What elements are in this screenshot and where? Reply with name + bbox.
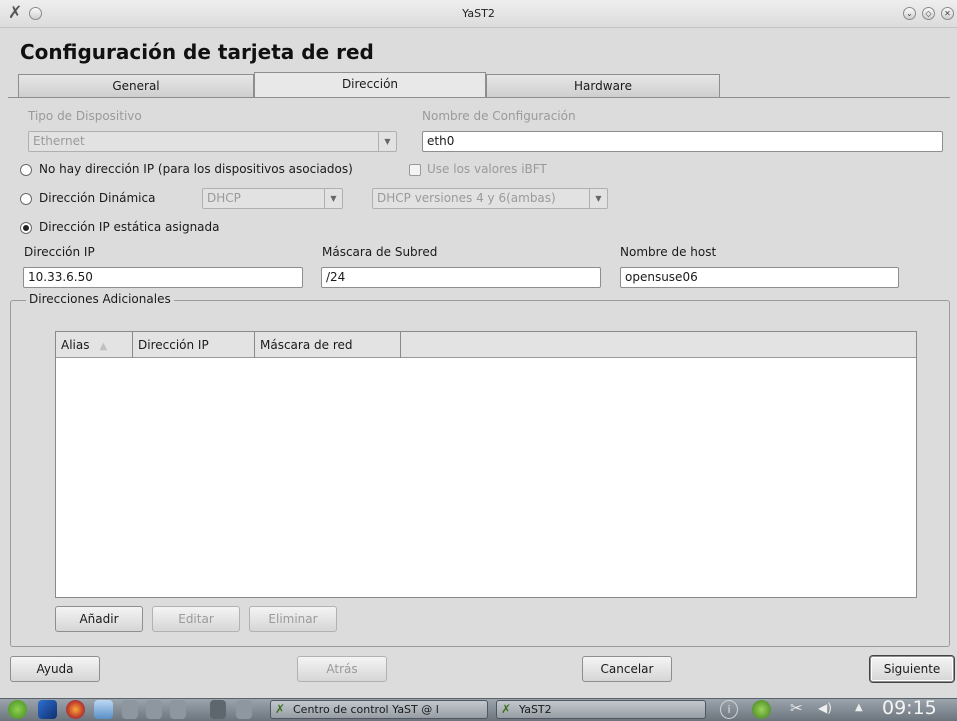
tray-expand-icon[interactable]: ▲ bbox=[855, 702, 863, 713]
no-ip-radio[interactable] bbox=[20, 164, 32, 176]
dynamic-radio[interactable] bbox=[20, 193, 32, 205]
chevron-down-icon: ▼ bbox=[378, 132, 396, 151]
updater-icon[interactable] bbox=[752, 700, 771, 719]
clock[interactable]: 09:15 bbox=[882, 697, 937, 719]
config-name-label: Nombre de Configuración bbox=[422, 109, 576, 123]
tab-direccion[interactable]: Dirección bbox=[254, 72, 486, 97]
pager-desktop-3-icon[interactable] bbox=[170, 700, 186, 719]
ip-address-field[interactable]: 10.33.6.50 bbox=[23, 267, 303, 288]
column-header-mask[interactable]: Máscara de red bbox=[255, 332, 401, 358]
pager-desktop-2-icon[interactable] bbox=[146, 700, 162, 719]
next-button[interactable]: Siguiente bbox=[870, 656, 954, 682]
minimize-icon[interactable]: ⌄ bbox=[903, 7, 916, 20]
dhcp-version-value: DHCP versiones 4 y 6(ambas) bbox=[377, 191, 556, 205]
trash-icon[interactable] bbox=[210, 700, 226, 719]
sort-up-icon: ▲ bbox=[99, 341, 108, 352]
pager-desktop-1-icon[interactable] bbox=[122, 700, 138, 719]
firefox-icon[interactable] bbox=[66, 700, 85, 719]
pager-desktop-4-icon[interactable] bbox=[236, 700, 252, 719]
device-type-label: Tipo de Dispositivo bbox=[28, 109, 142, 123]
dynamic-label: Dirección Dinámica bbox=[39, 191, 156, 205]
static-radio[interactable] bbox=[20, 222, 32, 234]
chevron-down-icon: ▼ bbox=[324, 189, 342, 208]
column-header-ip[interactable]: Dirección IP bbox=[133, 332, 255, 358]
subnet-mask-label: Máscara de Subred bbox=[322, 245, 438, 259]
dynamic-method-value: DHCP bbox=[207, 191, 241, 205]
yast-icon: ✗ bbox=[275, 702, 286, 716]
window-title: YaST2 bbox=[462, 7, 495, 20]
add-button[interactable]: Añadir bbox=[55, 606, 143, 632]
ibft-label: Use los valores iBFT bbox=[427, 162, 547, 176]
back-button[interactable]: Atrás bbox=[297, 656, 387, 682]
dhcp-version-select[interactable]: DHCP versiones 4 y 6(ambas) ▼ bbox=[372, 188, 608, 209]
close-icon[interactable]: ✕ bbox=[941, 7, 954, 20]
additional-addresses-legend: Direcciones Adicionales bbox=[26, 292, 174, 306]
subnet-mask-value: /24 bbox=[326, 270, 346, 284]
device-type-value: Ethernet bbox=[33, 134, 85, 148]
tab-baseline bbox=[8, 97, 950, 98]
subnet-mask-field[interactable]: /24 bbox=[321, 267, 601, 288]
volume-icon[interactable]: ◀) bbox=[818, 701, 832, 715]
taskbar-task-label: Centro de control YaST @ l bbox=[293, 703, 439, 716]
taskbar-task-yast2[interactable]: ✗ YaST2 bbox=[496, 700, 706, 719]
scissors-icon[interactable]: ✂ bbox=[790, 699, 803, 717]
ibft-checkbox[interactable] bbox=[409, 164, 421, 176]
tab-hardware[interactable]: Hardware bbox=[486, 74, 720, 98]
hostname-label: Nombre de host bbox=[620, 245, 717, 259]
delete-button[interactable]: Eliminar bbox=[249, 606, 337, 632]
cancel-button[interactable]: Cancelar bbox=[582, 656, 672, 682]
device-type-select[interactable]: Ethernet ▼ bbox=[28, 131, 397, 152]
config-name-value: eth0 bbox=[427, 134, 455, 148]
column-header-alias[interactable]: Alias ▲ bbox=[56, 332, 133, 358]
edit-button[interactable]: Editar bbox=[152, 606, 240, 632]
chevron-down-icon: ▼ bbox=[589, 189, 607, 208]
maximize-icon[interactable]: ◇ bbox=[922, 7, 935, 20]
table-header: Alias ▲ Dirección IP Máscara de red bbox=[56, 332, 916, 358]
ip-address-value: 10.33.6.50 bbox=[28, 270, 93, 284]
hostname-field[interactable]: opensuse06 bbox=[620, 267, 899, 288]
static-label: Dirección IP estática asignada bbox=[39, 220, 220, 234]
config-name-field[interactable]: eth0 bbox=[422, 131, 943, 152]
app-menu-icon[interactable] bbox=[8, 700, 27, 719]
column-header-alias-label: Alias bbox=[61, 338, 90, 352]
dynamic-method-select[interactable]: DHCP ▼ bbox=[202, 188, 343, 209]
file-manager-icon[interactable] bbox=[94, 700, 113, 719]
ip-address-label: Dirección IP bbox=[24, 245, 95, 259]
window-titlebar: ✗ YaST2 ⌄ ◇ ✕ bbox=[0, 0, 957, 28]
page-title: Configuración de tarjeta de red bbox=[20, 40, 374, 64]
no-ip-label: No hay dirección IP (para los dispositiv… bbox=[39, 162, 353, 176]
taskbar-task-control-center[interactable]: ✗ Centro de control YaST @ l bbox=[270, 700, 488, 719]
hostname-value: opensuse06 bbox=[625, 270, 698, 284]
taskbar-task-label: YaST2 bbox=[519, 703, 552, 716]
tab-general[interactable]: General bbox=[18, 74, 254, 98]
help-button[interactable]: Ayuda bbox=[10, 656, 100, 682]
additional-addresses-table[interactable]: Alias ▲ Dirección IP Máscara de red bbox=[55, 331, 917, 598]
info-icon[interactable]: i bbox=[720, 700, 738, 719]
yast-icon: ✗ bbox=[501, 702, 512, 716]
desktop-icon[interactable] bbox=[38, 700, 57, 719]
